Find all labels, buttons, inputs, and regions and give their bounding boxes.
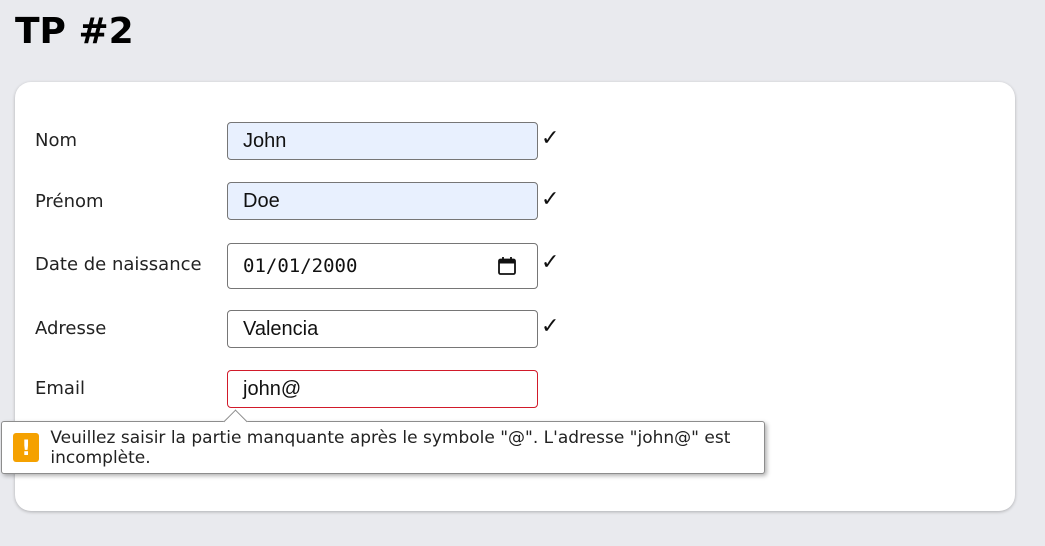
calendar-icon[interactable] — [497, 256, 517, 276]
nom-input[interactable]: John — [227, 122, 538, 160]
date-label: Date de naissance — [35, 254, 202, 275]
date-value: 01/01/2000 — [243, 255, 358, 277]
nom-label: Nom — [35, 130, 78, 151]
adresse-valid-check: ✓ — [541, 314, 560, 339]
adresse-label: Adresse — [35, 318, 107, 339]
prenom-label: Prénom — [35, 191, 104, 212]
page-title: TP #2 — [15, 11, 134, 52]
date-input[interactable]: 01/01/2000 — [227, 243, 538, 289]
nom-valid-check: ✓ — [541, 126, 560, 151]
prenom-valid-check: ✓ — [541, 187, 560, 212]
validation-tooltip: ! Veuillez saisir la partie manquante ap… — [1, 409, 765, 474]
date-valid-check: ✓ — [541, 250, 560, 275]
email-input[interactable]: john@ — [227, 370, 538, 408]
email-label: Email — [35, 378, 85, 399]
validation-message: Veuillez saisir la partie manquante aprè… — [50, 427, 731, 468]
adresse-input[interactable]: Valencia — [227, 310, 538, 348]
warning-icon: ! — [13, 433, 40, 462]
prenom-input[interactable]: Doe — [227, 182, 538, 220]
